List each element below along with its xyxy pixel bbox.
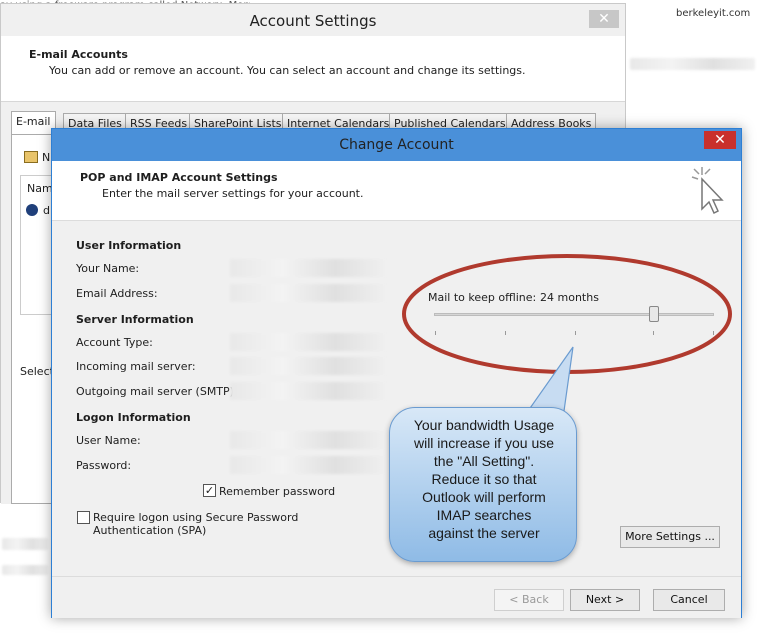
remember-password-checkbox[interactable]: ✓ (203, 484, 216, 497)
change-account-footer: < Back Next > Cancel (52, 576, 741, 618)
callout-line: Your bandwidth Usage (413, 417, 555, 433)
pop-imap-heading: POP and IMAP Account Settings (80, 171, 278, 184)
email-address-field[interactable] (230, 284, 388, 302)
email-accounts-heading: E-mail Accounts (29, 48, 128, 61)
incoming-server-label: Incoming mail server: (76, 360, 196, 373)
callout-line: against the server (428, 525, 540, 541)
account-type-label: Account Type: (76, 336, 153, 349)
select-account-text: Select (20, 365, 54, 378)
account-settings-close-button[interactable]: ✕ (589, 10, 619, 28)
callout-line: will increase if you use (413, 435, 555, 451)
callout-line: Outlook will perform (422, 489, 546, 505)
background-blurred-text (2, 538, 48, 550)
more-settings-button[interactable]: More Settings ... (620, 526, 720, 548)
your-name-label: Your Name: (76, 262, 140, 275)
outgoing-server-label: Outgoing mail server (SMTP): (76, 385, 238, 398)
user-name-label: User Name: (76, 434, 141, 447)
spa-label: Require logon using Secure Password Auth… (93, 511, 299, 537)
account-status-icon (26, 204, 38, 216)
cursor-sparkle-icon (691, 167, 724, 215)
back-button[interactable]: < Back (494, 589, 564, 611)
password-field[interactable] (230, 456, 388, 474)
password-label: Password: (76, 459, 132, 472)
pop-imap-description: Enter the mail server settings for your … (102, 187, 364, 200)
callout-text: Your bandwidth Usage will increase if yo… (390, 416, 578, 542)
server-information-heading: Server Information (76, 313, 194, 326)
callout-line: Reduce it so that (431, 471, 537, 487)
remember-password-label: Remember password (219, 485, 336, 498)
callout-line: IMAP searches (436, 507, 532, 523)
user-information-heading: User Information (76, 239, 182, 252)
email-address-label: Email Address: (76, 287, 158, 300)
next-button[interactable]: Next > (570, 589, 640, 611)
account-settings-title: Account Settings (249, 12, 377, 30)
account-type-value (230, 333, 388, 351)
account-list-item[interactable]: d (43, 204, 50, 217)
annotation-callout: Your bandwidth Usage will increase if yo… (389, 407, 577, 562)
new-account-icon[interactable] (24, 151, 38, 163)
cancel-button[interactable]: Cancel (653, 589, 725, 611)
incoming-server-field[interactable] (230, 357, 388, 375)
your-name-field[interactable] (230, 259, 388, 277)
tab-email[interactable]: E-mail (11, 111, 56, 134)
user-name-field[interactable] (230, 431, 388, 449)
callout-line: the "All Setting". (433, 453, 535, 469)
account-settings-header: E-mail Accounts You can add or remove an… (1, 36, 625, 100)
new-account-label[interactable]: N (42, 151, 50, 164)
change-account-close-button[interactable]: ✕ (704, 131, 736, 149)
background-blurred-text (2, 565, 48, 575)
account-list-name-header: Nam (27, 182, 53, 195)
outgoing-server-field[interactable] (230, 382, 388, 400)
account-settings-titlebar: Account Settings ✕ (1, 4, 625, 36)
callout-pointer (526, 346, 574, 412)
change-account-title: Change Account (339, 137, 454, 153)
spa-checkbox[interactable] (77, 511, 90, 524)
background-blurred-text (630, 58, 755, 70)
logon-information-heading: Logon Information (76, 411, 191, 424)
email-accounts-description: You can add or remove an account. You ca… (49, 64, 526, 77)
change-account-titlebar: Change Account ✕ (52, 129, 741, 161)
change-account-header: POP and IMAP Account Settings Enter the … (52, 161, 741, 221)
background-right-text: berkeleyit.com (676, 8, 751, 19)
